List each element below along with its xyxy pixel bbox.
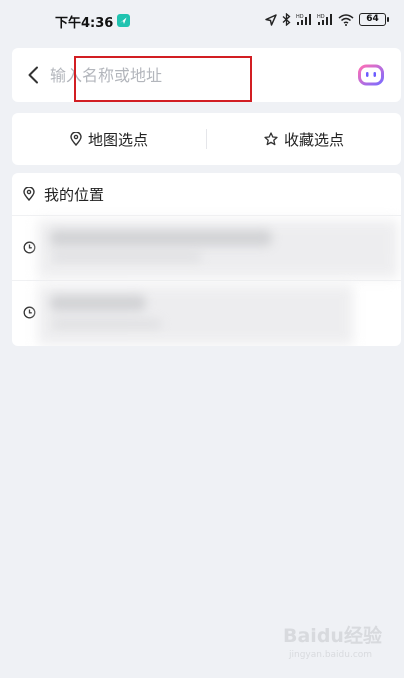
blurred-address [38, 285, 353, 345]
battery-icon: 64 [359, 13, 389, 26]
status-icons: HD HD 64 [265, 13, 389, 26]
status-bar: 下午4:36 HD HD 64 [0, 0, 404, 44]
favorite-pick-label: 收藏选点 [283, 130, 344, 149]
location-list: 我的位置 [12, 173, 401, 346]
blurred-subtitle [52, 252, 202, 262]
signal-hd-icon: HD [296, 14, 311, 25]
search-bar [12, 48, 401, 102]
map-pick-button[interactable]: 地图选点 [12, 113, 206, 165]
chevron-left-icon [28, 66, 38, 84]
watermark-logo: Baidu经验 [283, 625, 382, 647]
blurred-address [38, 220, 398, 278]
map-pin-icon [70, 132, 82, 146]
svg-text:HD: HD [317, 14, 325, 20]
wifi-icon [338, 14, 354, 26]
blurred-subtitle [52, 319, 162, 329]
svg-text:HD: HD [296, 14, 304, 20]
blurred-title [50, 230, 272, 246]
watermark: Baidu经验 jingyan.baidu.com [283, 621, 393, 667]
my-location-item[interactable]: 我的位置 [12, 173, 401, 216]
assistant-robot-icon [358, 64, 384, 86]
pick-actions: 地图选点 收藏选点 [12, 113, 401, 165]
favorite-pick-button[interactable]: 收藏选点 [207, 113, 401, 165]
map-pick-label: 地图选点 [87, 130, 148, 149]
bluetooth-icon [282, 13, 291, 26]
status-time: 下午4:36 [55, 16, 114, 31]
star-icon [264, 132, 278, 146]
app-notification-icon [117, 14, 130, 27]
location-arrow-icon [265, 13, 277, 26]
signal-hd-icon: HD [317, 14, 332, 25]
watermark-url: jingyan.baidu.com [289, 650, 373, 660]
assistant-button[interactable] [358, 64, 384, 86]
clock-icon [23, 306, 36, 319]
history-item[interactable] [12, 281, 401, 346]
map-pin-icon [23, 187, 35, 201]
my-location-label: 我的位置 [44, 185, 105, 204]
history-item[interactable] [12, 216, 401, 281]
clock-icon [23, 241, 36, 254]
search-input[interactable] [50, 62, 350, 88]
blurred-title [50, 295, 146, 311]
back-button[interactable] [20, 62, 46, 88]
